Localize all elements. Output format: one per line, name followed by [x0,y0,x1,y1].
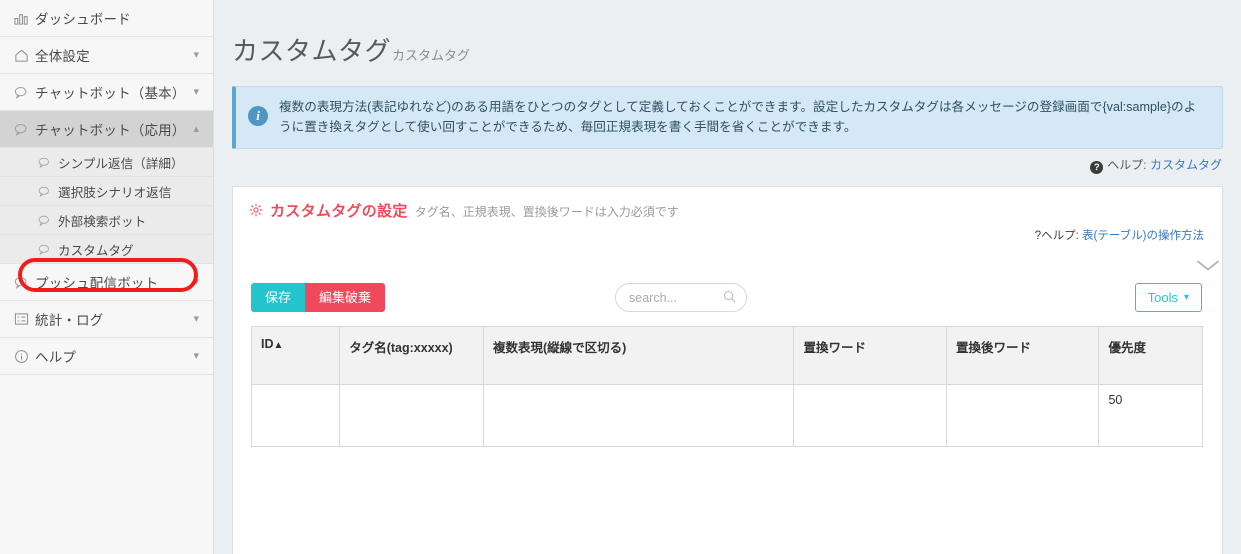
info-icon [14,349,35,364]
sidebar-item-label: プッシュ配信ボット [35,276,159,291]
sidebar-subitem-label: 選択肢シナリオ返信 [58,185,172,200]
cell-priority[interactable]: 50 [1098,384,1203,448]
action-button-group: 保存 編集破棄 [251,283,386,313]
chevron-down-icon: ▾ [193,312,199,325]
page-title: カスタムタグカスタムタグ [214,0,1241,64]
info-alert-text: 複数の表現方法(表記ゆれなど)のある用語をひとつのタグとして定義しておくことがで… [279,100,1197,134]
sidebar-item-dashboard[interactable]: ダッシュボード [0,0,213,37]
chevron-down-icon: ▾ [193,85,199,98]
table-toolbar: 保存 編集破棄 Tools ▾ [233,277,1222,313]
info-alert: i 複数の表現方法(表記ゆれなど)のある用語をひとつのタグとして定義しておくこと… [232,86,1223,150]
sidebar-subitem-scenario-reply[interactable]: 選択肢シナリオ返信 [0,177,213,206]
sidebar-item-label: 統計・ログ [35,313,104,328]
discard-edits-button[interactable]: 編集破棄 [305,283,386,313]
help-prefix: ヘルプ: [1107,158,1147,173]
sidebar-subitem-label: シンプル返信（詳細） [58,156,184,171]
chart-bar-icon [14,11,35,26]
column-label: ID [261,337,274,352]
chevron-up-icon: ▴ [193,122,199,135]
page-title-text: カスタムタグ [232,36,392,66]
chevron-down-icon: ▾ [193,349,199,362]
sidebar-item-label: ダッシュボード [35,12,131,27]
sidebar-item-push-bot[interactable]: プッシュ配信ボット ▾ [0,264,213,301]
panel-subtitle: タグ名、正規表現、置換後ワードは入力必須です [414,205,679,220]
sidebar-item-label: チャットボット（応用） [35,123,186,138]
main-content: カスタムタグカスタムタグ i 複数の表現方法(表記ゆれなど)のある用語をひとつの… [214,0,1241,554]
cell-replace-word[interactable] [793,384,947,448]
help-link-top: ? ヘルプ: カスタムタグ [214,149,1241,175]
settings-panel: カスタムタグの設定 タグ名、正規表現、置換後ワードは入力必須です ?ヘルプ: 表… [232,186,1223,554]
cell-multi-expression[interactable] [483,384,795,448]
sort-ascending-icon: ▲ [273,340,284,352]
sidebar-item-global-settings[interactable]: 全体設定 ▾ [0,37,213,74]
app-root: ダッシュボード 全体設定 ▾ チャットボット（基本） ▾ チャットボット（応用）… [0,0,1241,554]
tools-button[interactable]: Tools ▾ [1134,283,1202,313]
search-input[interactable] [615,283,748,313]
chevron-down-icon: ▾ [193,48,199,61]
column-header-replaced-word[interactable]: 置換後ワード [945,326,1100,386]
chevron-down-icon: ▾ [1183,292,1189,304]
sidebar-subitem-label: カスタムタグ [58,243,134,258]
cell-tag-name[interactable] [339,384,485,448]
table-container: ID▲ タグ名(tag:xxxxx) 複数表現(縦線で区切る) 置換ワード 置換… [233,312,1222,448]
column-header-priority[interactable]: 優先度 [1098,326,1203,386]
sidebar-item-chatbot-basic[interactable]: チャットボット（基本） ▾ [0,74,213,111]
save-button[interactable]: 保存 [251,283,306,313]
search-box [615,283,748,313]
chat-icon [38,156,58,169]
chat-icon [14,122,35,137]
chevron-down-icon: ▾ [193,275,199,288]
sidebar-item-label: 全体設定 [35,49,90,64]
page-subtitle: カスタムタグ [392,48,471,63]
column-header-id[interactable]: ID▲ [250,326,341,386]
cell-replaced-word[interactable] [945,384,1100,448]
help-link-custom-tag[interactable]: カスタムタグ [1150,158,1222,172]
column-header-multi-expression[interactable]: 複数表現(縦線で区切る) [483,326,795,386]
sidebar-item-help[interactable]: ヘルプ ▾ [0,338,213,375]
chat-icon [38,185,58,198]
sidebar-item-label: チャットボット（基本） [35,86,186,101]
column-header-replace-word[interactable]: 置換ワード [793,326,947,386]
sidebar-subitem-external-search-bot[interactable]: 外部検索ボット [0,206,213,235]
custom-tag-table: ID▲ タグ名(tag:xxxxx) 複数表現(縦線で区切る) 置換ワード 置換… [250,326,1203,448]
question-circle-icon: ? [1090,161,1104,175]
sidebar-subitem-simple-reply[interactable]: シンプル返信（詳細） [0,148,213,177]
help-link-table: ?ヘルプ: 表(テーブル)の操作方法 [233,221,1222,243]
tools-button-label: Tools [1147,290,1178,306]
chat-icon [38,214,58,227]
panel-header: カスタムタグの設定 タグ名、正規表現、置換後ワードは入力必須です [233,187,1222,221]
sidebar-item-stats-logs[interactable]: 統計・ログ ▾ [0,301,213,338]
chat-icon [14,275,35,290]
list-icon [14,312,35,326]
sidebar-subitem-custom-tag[interactable]: カスタムタグ [0,235,213,264]
gear-icon [249,203,263,220]
sidebar-subitem-label: 外部検索ボット [58,214,147,229]
column-header-tag-name[interactable]: タグ名(tag:xxxxx) [339,326,485,386]
table-header-row: ID▲ タグ名(tag:xxxxx) 複数表現(縦線で区切る) 置換ワード 置換… [250,326,1203,386]
info-circle-icon: i [248,106,268,126]
table-row[interactable]: 50 [250,384,1203,448]
cell-id[interactable] [250,384,341,448]
panel-help-prefix: ヘルプ: [1041,230,1079,243]
sidebar-item-chatbot-advanced[interactable]: チャットボット（応用） ▴ [0,111,213,148]
panel-title: カスタムタグの設定 [270,203,408,221]
chat-icon [38,243,58,256]
chat-icon [14,85,35,100]
home-icon [14,48,35,63]
sidebar: ダッシュボード 全体設定 ▾ チャットボット（基本） ▾ チャットボット（応用）… [0,0,214,554]
sidebar-item-label: ヘルプ [35,350,77,365]
chevron-down-icon[interactable] [713,243,1241,277]
help-link-table-operations[interactable]: 表(テーブル)の操作方法 [1082,230,1204,242]
